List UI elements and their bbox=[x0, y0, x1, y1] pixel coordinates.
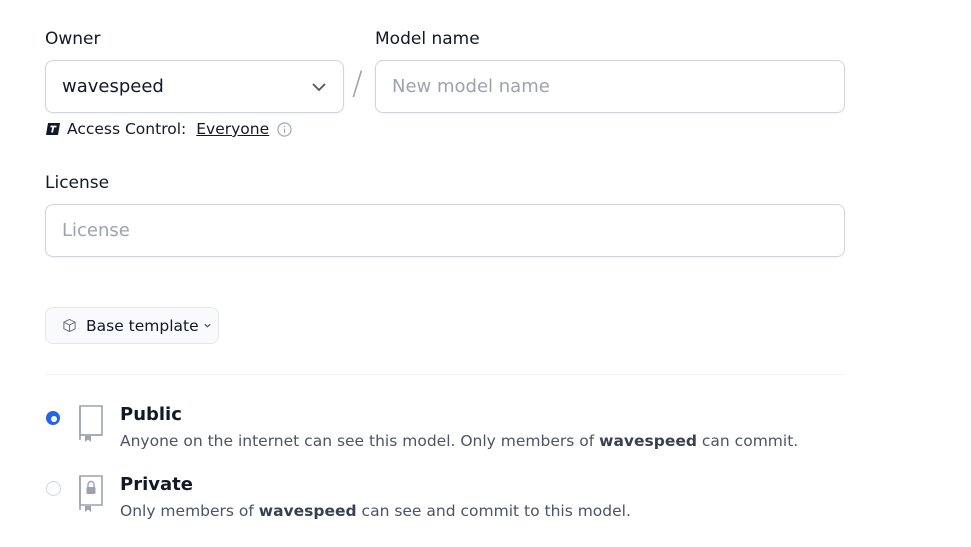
private-desc-text-end: can see and commit to this model. bbox=[356, 502, 631, 520]
chevron-down-icon bbox=[311, 79, 327, 99]
base-template-label: Base template bbox=[86, 316, 199, 335]
model-name-input[interactable]: New model name bbox=[375, 60, 845, 113]
access-control-link[interactable]: Everyone bbox=[196, 120, 269, 138]
private-desc-text: Only members of bbox=[120, 502, 259, 520]
private-description: Only members of wavespeed can see and co… bbox=[120, 502, 631, 520]
lock-book-icon bbox=[76, 474, 106, 518]
section-divider bbox=[45, 374, 845, 375]
visibility-option-private[interactable]: Private Only members of wavespeed can se… bbox=[45, 474, 845, 524]
public-desc-text-end: can commit. bbox=[696, 432, 799, 450]
license-input[interactable]: License bbox=[45, 204, 845, 257]
owner-value: wavespeed bbox=[62, 76, 164, 97]
owner-select[interactable]: wavespeed bbox=[45, 60, 344, 113]
book-icon bbox=[76, 404, 106, 448]
public-desc-org: wavespeed bbox=[599, 432, 697, 450]
owner-label: Owner bbox=[45, 29, 101, 49]
private-desc-org: wavespeed bbox=[258, 502, 357, 520]
private-title: Private bbox=[120, 474, 193, 495]
license-placeholder: License bbox=[62, 220, 130, 241]
public-radio[interactable] bbox=[46, 411, 60, 425]
public-title: Public bbox=[120, 404, 182, 425]
model-name-placeholder: New model name bbox=[392, 76, 550, 97]
chevron-down-icon bbox=[203, 321, 212, 330]
cube-icon bbox=[62, 318, 77, 333]
public-desc-text: Anyone on the internet can see this mode… bbox=[120, 432, 600, 450]
public-description: Anyone on the internet can see this mode… bbox=[120, 432, 798, 450]
license-label: License bbox=[45, 173, 110, 193]
model-name-label: Model name bbox=[375, 29, 480, 49]
access-control-row: Access Control: Everyone bbox=[45, 120, 292, 138]
private-radio[interactable] bbox=[46, 481, 61, 496]
enterprise-icon bbox=[45, 122, 61, 136]
owner-model-separator: / bbox=[352, 64, 363, 102]
info-icon[interactable] bbox=[277, 121, 292, 137]
access-control-label: Access Control: bbox=[67, 120, 187, 138]
visibility-option-public[interactable]: Public Anyone on the internet can see th… bbox=[45, 404, 845, 454]
base-template-button[interactable]: Base template bbox=[45, 307, 219, 344]
